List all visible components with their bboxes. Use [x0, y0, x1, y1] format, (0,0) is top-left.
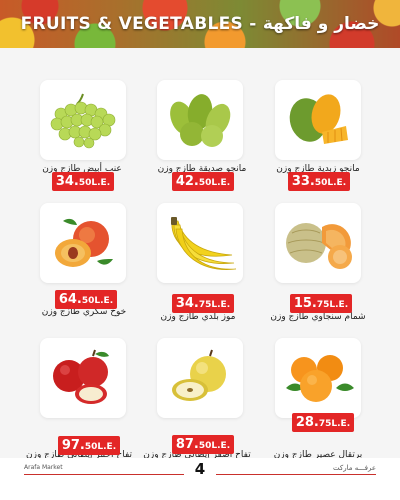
price-tag: 42. 50 L.E.: [172, 172, 234, 191]
price-tag: 34. 50 L.E.: [52, 172, 114, 191]
product-image-cantaloupe[interactable]: [275, 203, 361, 283]
footer-divider: [216, 474, 376, 475]
page-title: FRUITS & VEGETABLES - خضار و فاكهة: [20, 14, 380, 34]
price-tag: 64. 50 L.E.: [55, 290, 117, 309]
product-image-banana[interactable]: [157, 203, 243, 283]
banana-icon: [171, 217, 237, 270]
page-number: 4: [194, 460, 206, 478]
price-tag: 28. 75 L.E.: [292, 413, 354, 432]
mango-icon: [289, 94, 348, 144]
apple-icon: [172, 349, 226, 401]
price-tag: 15. 75 L.E.: [290, 294, 352, 313]
price-tag: 33. 50 L.E.: [288, 172, 350, 191]
price-tag: 87. 50 L.E.: [172, 435, 234, 454]
brand-name-en: Arafa Market: [24, 464, 63, 471]
product-image-red-apple[interactable]: [40, 338, 126, 418]
product-image-yellow-apple[interactable]: [157, 338, 243, 418]
product-grid: عنب أبيض طازج وزن 34. 50 L.E. مانجو صديقة …: [0, 48, 400, 460]
peach-icon: [55, 218, 113, 267]
product-image-green-mango[interactable]: [157, 80, 243, 160]
product-image-butter-mango[interactable]: [275, 80, 361, 160]
grapes-icon: [50, 93, 116, 149]
footer: Arafa Market عرفـــه ماركت 4: [0, 458, 400, 500]
melon-icon: [286, 223, 352, 269]
price-tag: 97. 50 L.E.: [58, 436, 120, 455]
product-image-white-grapes[interactable]: [40, 80, 126, 160]
price-tag: 34. 75 L.E.: [172, 294, 234, 313]
header-banner: FRUITS & VEGETABLES - خضار و فاكهة: [0, 0, 400, 48]
apple-icon: [53, 349, 109, 404]
footer-divider: [24, 474, 184, 475]
orange-icon: [286, 355, 354, 402]
product-image-peach[interactable]: [40, 203, 126, 283]
product-image-orange[interactable]: [275, 338, 361, 418]
brand-name-ar: عرفـــه ماركت: [333, 464, 376, 472]
mango-icon: [170, 94, 231, 147]
